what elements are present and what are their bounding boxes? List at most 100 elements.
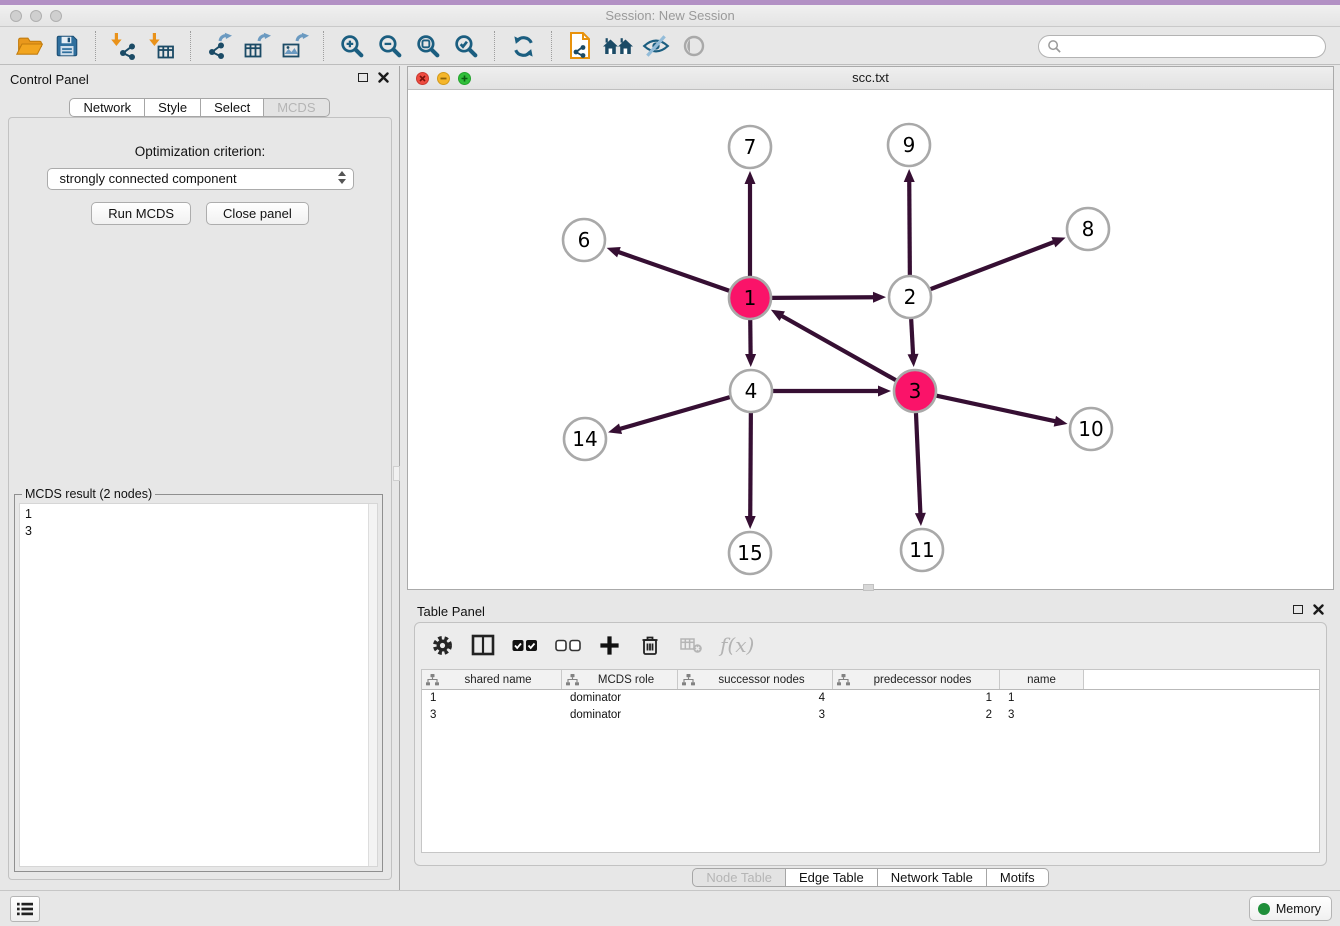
duplicate-network-icon[interactable] (564, 30, 596, 62)
export-table-icon[interactable] (241, 30, 273, 62)
split-panel-icon[interactable] (471, 634, 495, 656)
mcds-panel: Optimization criterion: strongly connect… (8, 117, 392, 880)
attribute-tree-icon (566, 674, 579, 686)
close-panel-icon[interactable] (378, 72, 389, 83)
result-scrollbar[interactable] (368, 504, 377, 866)
node-label: 4 (745, 379, 758, 403)
search-field[interactable] (1038, 35, 1326, 58)
list-icon (16, 901, 34, 917)
hide-eye-icon[interactable] (640, 30, 672, 62)
tab-select[interactable]: Select (201, 98, 264, 117)
criterion-dropdown[interactable]: strongly connected component (47, 168, 354, 190)
graph-edge-3-1[interactable] (771, 310, 896, 380)
float-panel-icon[interactable] (358, 73, 368, 82)
graph-node-14[interactable]: 14 (564, 418, 606, 460)
column-header-mcds-role[interactable]: MCDS role (562, 670, 678, 689)
export-network-icon[interactable] (203, 30, 235, 62)
graph-node-7[interactable]: 7 (729, 126, 771, 168)
tab-network-table[interactable]: Network Table (878, 868, 987, 887)
zoom-selected-icon[interactable] (450, 30, 482, 62)
search-input[interactable] (1067, 39, 1317, 53)
node-table[interactable]: shared nameMCDS rolesuccessor nodesprede… (421, 669, 1320, 853)
zoom-in-icon[interactable] (336, 30, 368, 62)
task-history-button[interactable] (10, 896, 40, 922)
column-header-name[interactable]: name (1000, 670, 1084, 689)
memory-label: Memory (1276, 902, 1321, 916)
attribute-tree-icon (682, 674, 695, 686)
graph-edge-2-9[interactable] (904, 169, 915, 275)
zoom-out-icon[interactable] (374, 30, 406, 62)
table-row[interactable]: 3dominator323 (422, 707, 1319, 724)
table-cell-shared-name[interactable]: 1 (422, 692, 562, 704)
column-header-predecessor-nodes[interactable]: predecessor nodes (833, 670, 1000, 689)
open-folder-icon[interactable] (13, 30, 45, 62)
graph-node-6[interactable]: 6 (563, 219, 605, 261)
result-line: 1 (25, 506, 372, 523)
graph-node-15[interactable]: 15 (729, 532, 771, 574)
select-all-checkboxes-icon[interactable] (512, 639, 538, 652)
graph-edge-1-6[interactable] (607, 247, 730, 291)
add-column-icon[interactable] (598, 634, 621, 657)
home-networks-icon[interactable] (602, 30, 634, 62)
graph-node-2[interactable]: 2 (889, 276, 931, 318)
deselect-all-checkboxes-icon[interactable] (555, 639, 581, 652)
graph-node-11[interactable]: 11 (901, 529, 943, 571)
node-label: 7 (744, 135, 757, 159)
column-header-shared-name[interactable]: shared name (422, 670, 562, 689)
table-cell-successor-nodes[interactable]: 4 (678, 692, 833, 704)
vertical-splitter-handle[interactable] (393, 466, 400, 481)
table-cell-successor-nodes[interactable]: 3 (678, 709, 833, 721)
import-network-icon[interactable] (108, 30, 140, 62)
refresh-icon[interactable] (507, 30, 539, 62)
graph-edge-4-15[interactable] (745, 413, 756, 529)
birdseye-icon[interactable] (678, 30, 710, 62)
table-cell-mcds-role[interactable]: dominator (562, 709, 678, 721)
graph-node-8[interactable]: 8 (1067, 208, 1109, 250)
graph-node-9[interactable]: 9 (888, 124, 930, 166)
export-image-icon[interactable] (279, 30, 311, 62)
graph-node-4[interactable]: 4 (730, 370, 772, 412)
tab-style[interactable]: Style (145, 98, 201, 117)
table-cell-name[interactable]: 3 (1000, 709, 1084, 721)
graph-edge-2-3[interactable] (908, 319, 919, 367)
column-header-successor-nodes[interactable]: successor nodes (678, 670, 833, 689)
graph-edge-3-10[interactable] (937, 396, 1068, 427)
horizontal-splitter-handle[interactable] (863, 584, 874, 591)
graph-edge-2-8[interactable] (931, 237, 1066, 289)
table-cell-name[interactable]: 1 (1000, 692, 1084, 704)
graph-node-10[interactable]: 10 (1070, 408, 1112, 450)
mcds-result-area[interactable]: 13 (19, 503, 378, 867)
tab-motifs[interactable]: Motifs (987, 868, 1049, 887)
zoom-fit-icon[interactable] (412, 30, 444, 62)
optimization-criterion-label: Optimization criterion: (9, 144, 391, 159)
graph-node-3[interactable]: 3 (894, 370, 936, 412)
tab-network[interactable]: Network (69, 98, 145, 117)
table-cell-predecessor-nodes[interactable]: 1 (833, 692, 1000, 704)
table-row[interactable]: 1dominator411 (422, 690, 1319, 707)
memory-button[interactable]: Memory (1249, 896, 1332, 921)
run-mcds-button[interactable]: Run MCDS (91, 202, 191, 225)
graph-edge-3-11[interactable] (915, 413, 926, 526)
graph-edge-1-4[interactable] (745, 320, 756, 367)
settings-gear-icon[interactable] (431, 634, 454, 657)
table-cell-mcds-role[interactable]: dominator (562, 692, 678, 704)
close-panel-button[interactable]: Close panel (206, 202, 309, 225)
network-canvas[interactable]: 7 9 6 8 1 2 4 3 14 10 15 11 (408, 90, 1333, 589)
graph-edge-4-14[interactable] (608, 397, 730, 434)
close-table-panel-icon[interactable] (1313, 604, 1324, 615)
table-cell-shared-name[interactable]: 3 (422, 709, 562, 721)
tab-mcds[interactable]: MCDS (264, 98, 329, 117)
tab-edge-table[interactable]: Edge Table (786, 868, 878, 887)
table-cell-predecessor-nodes[interactable]: 2 (833, 709, 1000, 721)
float-table-panel-icon[interactable] (1293, 605, 1303, 614)
graph-node-1[interactable]: 1 (729, 277, 771, 319)
graph-edge-1-7[interactable] (745, 171, 756, 276)
save-icon[interactable] (51, 30, 83, 62)
graph-edge-4-3[interactable] (773, 386, 891, 397)
attribute-tree-icon (837, 674, 850, 686)
delete-column-icon[interactable] (638, 633, 662, 657)
tab-node-table[interactable]: Node Table (692, 868, 786, 887)
graph-edge-1-2[interactable] (772, 292, 886, 303)
window-title: Session: New Session (0, 8, 1340, 23)
import-table-icon[interactable] (146, 30, 178, 62)
